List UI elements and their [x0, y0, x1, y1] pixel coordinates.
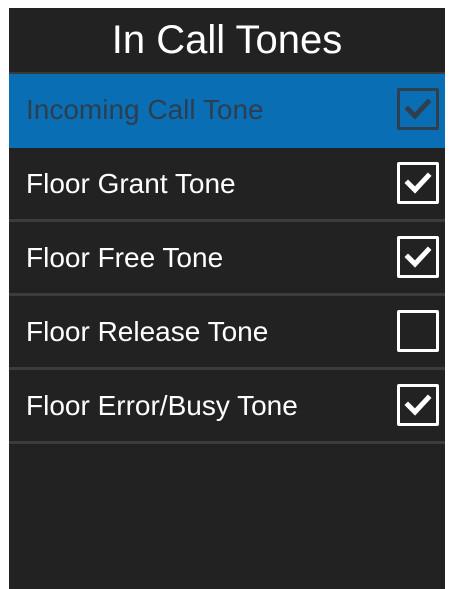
list-item-floor-error-busy-tone[interactable]: Floor Error/Busy Tone	[9, 370, 445, 444]
page-title: In Call Tones	[111, 18, 343, 62]
floor-free-tone-checkbox[interactable]	[397, 235, 439, 278]
list-item-floor-grant-tone[interactable]: Floor Grant Tone	[9, 148, 445, 222]
list-item-label: Floor Error/Busy Tone	[26, 389, 298, 421]
list-item-floor-release-tone[interactable]: Floor Release Tone	[9, 296, 445, 370]
list-item-label: Incoming Call Tone	[26, 93, 264, 125]
checkmark-icon	[404, 393, 432, 416]
list-item-label: Floor Grant Tone	[26, 167, 236, 199]
floor-grant-tone-checkbox[interactable]	[397, 161, 439, 204]
checkmark-icon	[404, 245, 432, 268]
floor-release-tone-checkbox[interactable]	[397, 309, 439, 352]
list-item-floor-free-tone[interactable]: Floor Free Tone	[9, 222, 445, 296]
device-screen: In Call Tones Incoming Call Tone Floor G…	[9, 8, 445, 589]
tone-list: Incoming Call Tone Floor Grant Tone Floo…	[9, 74, 445, 444]
title-bar: In Call Tones	[9, 8, 445, 70]
incoming-call-tone-checkbox[interactable]	[397, 87, 439, 130]
checkmark-icon	[404, 97, 432, 120]
list-item-label: Floor Release Tone	[26, 315, 269, 347]
list-item-label: Floor Free Tone	[26, 241, 224, 273]
list-item-incoming-call-tone[interactable]: Incoming Call Tone	[9, 74, 445, 148]
floor-error-busy-tone-checkbox[interactable]	[397, 383, 439, 426]
checkmark-icon	[404, 171, 432, 194]
